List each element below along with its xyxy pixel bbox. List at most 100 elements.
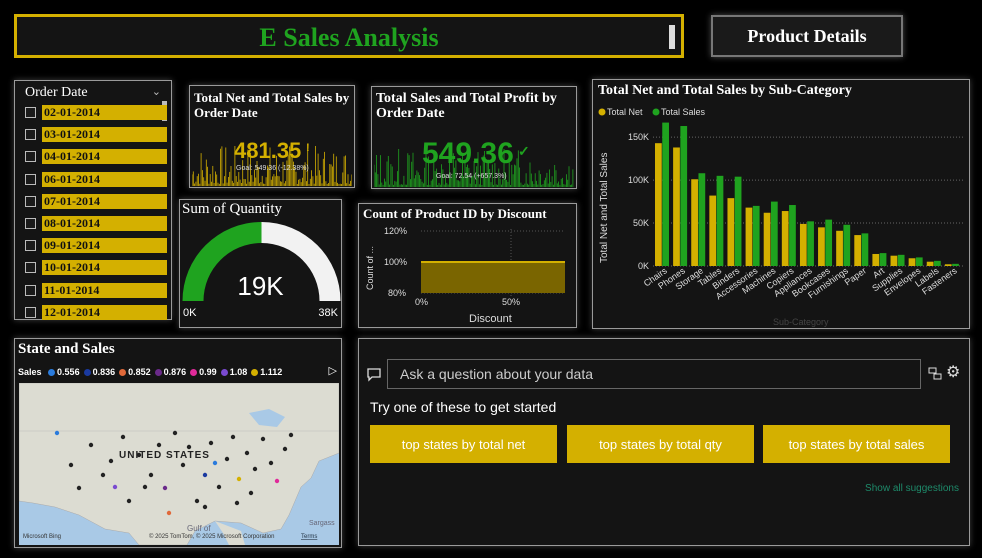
bar-sales[interactable] xyxy=(807,221,814,266)
bar-sales[interactable] xyxy=(770,201,778,266)
map-state-point[interactable] xyxy=(142,484,148,490)
gear-icon[interactable]: ⚙ xyxy=(946,362,960,382)
checkbox[interactable] xyxy=(25,195,36,207)
show-all-suggestions-link[interactable]: Show all suggestions xyxy=(865,483,959,494)
map-state-point[interactable] xyxy=(252,466,258,472)
bar-sales[interactable] xyxy=(680,126,688,266)
bar-sales[interactable] xyxy=(752,205,760,266)
map-state-point[interactable] xyxy=(194,498,200,504)
map-state-point[interactable] xyxy=(120,434,126,440)
map-state-point[interactable] xyxy=(148,472,154,478)
checkbox[interactable] xyxy=(25,107,36,118)
map-state-point[interactable] xyxy=(166,510,172,516)
map-state-point[interactable] xyxy=(54,430,60,436)
map-state-point[interactable] xyxy=(260,436,266,442)
map-state-point[interactable] xyxy=(230,434,236,440)
map-terms-link[interactable]: Terms xyxy=(301,534,317,540)
map-state-point[interactable] xyxy=(216,484,222,490)
suggestion-total-sales[interactable]: top states by total sales xyxy=(763,425,950,463)
map-state-point[interactable] xyxy=(248,490,254,496)
bar-net[interactable] xyxy=(691,179,698,266)
bar-net[interactable] xyxy=(763,212,771,266)
map-state-point[interactable] xyxy=(202,472,208,478)
bar-net[interactable] xyxy=(854,235,862,266)
qa-input[interactable]: Ask a question about your data xyxy=(387,359,921,389)
map-state-point[interactable] xyxy=(202,504,208,510)
bar-sales[interactable] xyxy=(861,233,869,266)
bar-net[interactable] xyxy=(944,264,952,266)
checkbox[interactable] xyxy=(25,240,36,252)
slicer-date-item[interactable]: 04-01-2014 xyxy=(25,149,175,165)
map-state-point[interactable] xyxy=(172,430,178,436)
map-state-point[interactable] xyxy=(224,456,230,462)
bar-sales[interactable] xyxy=(734,176,742,266)
map-state-point[interactable] xyxy=(244,450,250,456)
bar-sales[interactable] xyxy=(879,253,887,266)
map-state-point[interactable] xyxy=(236,476,242,482)
bar-sales[interactable] xyxy=(789,205,796,266)
map-state-point[interactable] xyxy=(288,432,294,438)
checkbox[interactable] xyxy=(25,151,36,163)
map-state-point[interactable] xyxy=(156,442,162,448)
checkbox[interactable] xyxy=(25,284,36,296)
bar-net[interactable] xyxy=(781,211,789,266)
bar-sales[interactable] xyxy=(825,219,833,266)
bar-net[interactable] xyxy=(890,255,898,266)
map-state-point[interactable] xyxy=(162,485,168,491)
bar-sales[interactable] xyxy=(662,122,669,266)
slicer-date-item[interactable]: 12-01-2014 xyxy=(25,304,175,321)
checkbox[interactable] xyxy=(25,306,36,318)
slicer-date-item[interactable]: 07-01-2014 xyxy=(25,193,175,210)
slicer-date-item[interactable]: 06-01-2014 xyxy=(25,171,175,188)
bar-sales[interactable] xyxy=(934,260,941,266)
map-state-point[interactable] xyxy=(108,458,114,464)
map-state-point[interactable] xyxy=(212,460,218,466)
map-state-point[interactable] xyxy=(274,478,280,484)
map-state-point[interactable] xyxy=(88,442,94,448)
map-state-point[interactable] xyxy=(112,484,118,490)
bar-sales[interactable] xyxy=(716,175,724,266)
slicer-date-item[interactable]: 11-01-2014 xyxy=(25,282,175,299)
suggestion-total-qty[interactable]: top states by total qty xyxy=(567,425,754,463)
bar-sales[interactable] xyxy=(897,254,905,266)
map-state-point[interactable] xyxy=(208,440,214,446)
play-icon[interactable]: ▷ xyxy=(329,364,337,377)
checkbox[interactable] xyxy=(25,218,36,229)
bar-net[interactable] xyxy=(799,223,807,266)
bar-sales[interactable] xyxy=(698,173,706,266)
map-state-point[interactable] xyxy=(180,462,186,468)
slicer-date-item[interactable]: 10-01-2014 xyxy=(25,260,175,276)
bar-sales[interactable] xyxy=(915,257,923,266)
map-state-point[interactable] xyxy=(126,498,132,504)
bar-net[interactable] xyxy=(709,195,717,266)
bar-net[interactable] xyxy=(926,261,934,266)
checkbox[interactable] xyxy=(25,129,36,141)
slicer-date-item[interactable]: 08-01-2014 xyxy=(25,216,175,232)
map-state-point[interactable] xyxy=(76,485,82,491)
bar-net[interactable] xyxy=(818,227,825,266)
map-state-point[interactable] xyxy=(68,462,74,468)
map-state-point[interactable] xyxy=(100,472,106,478)
map-state-point[interactable] xyxy=(282,446,288,452)
checkbox[interactable] xyxy=(25,173,36,185)
map-state-point[interactable] xyxy=(268,460,274,466)
map-canvas[interactable]: UNITED STATES Gulf of Sargass Microsoft … xyxy=(19,383,339,545)
share-icon[interactable] xyxy=(928,366,942,380)
slicer-date-item[interactable]: 02-01-2014 xyxy=(25,105,175,121)
chevron-down-icon[interactable]: ⌄ xyxy=(152,85,161,98)
bar-net[interactable] xyxy=(727,198,735,266)
bar-net[interactable] xyxy=(836,230,843,266)
bar-net[interactable] xyxy=(673,147,680,266)
map-state-point[interactable] xyxy=(186,444,192,450)
bar-net[interactable] xyxy=(745,207,753,266)
title-scrollbar[interactable] xyxy=(669,25,675,49)
discount-bar[interactable] xyxy=(421,262,565,293)
bar-net[interactable] xyxy=(655,143,662,266)
checkbox[interactable] xyxy=(25,262,36,274)
suggestion-total-net[interactable]: top states by total net xyxy=(370,425,557,463)
slicer-date-item[interactable]: 09-01-2014 xyxy=(25,238,175,254)
slicer-date-item[interactable]: 03-01-2014 xyxy=(25,127,175,143)
product-details-button[interactable]: Product Details xyxy=(711,15,903,57)
bar-sales[interactable] xyxy=(843,224,851,266)
map-state-point[interactable] xyxy=(234,500,240,506)
